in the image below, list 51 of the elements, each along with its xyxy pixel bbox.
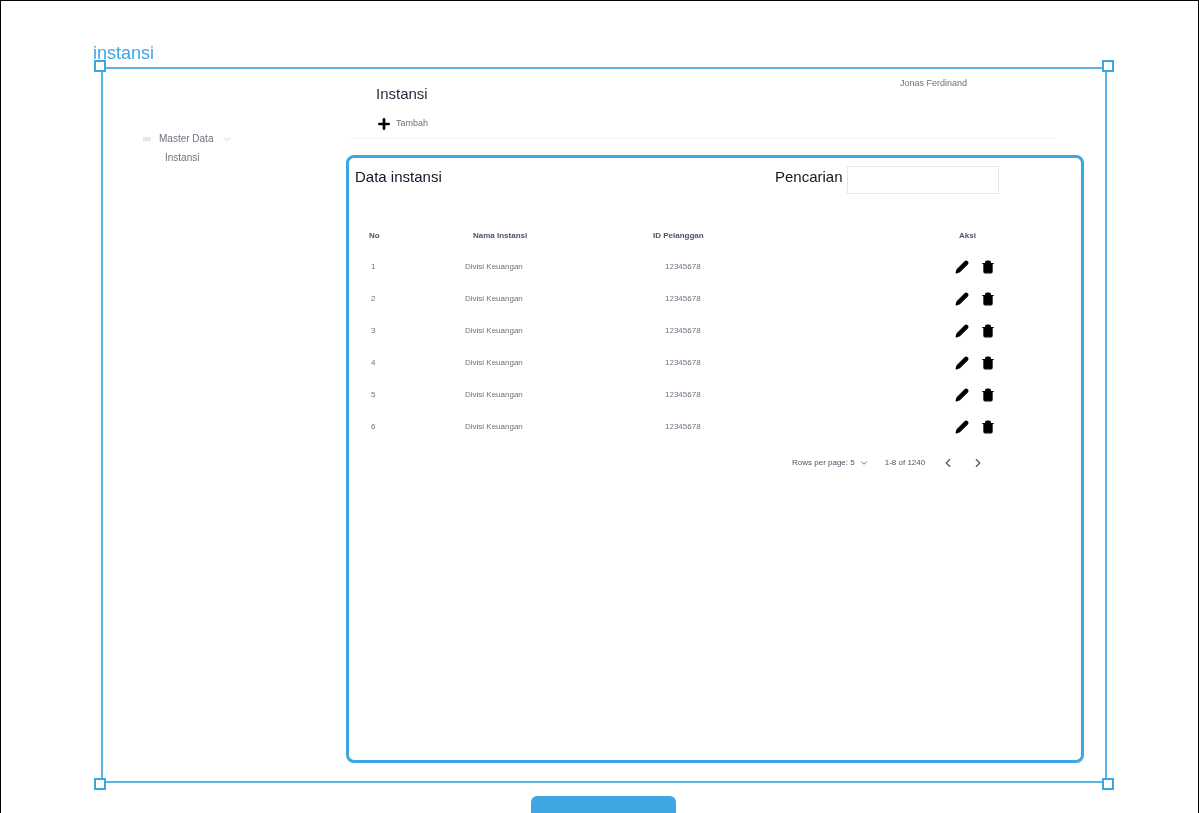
edit-icon[interactable] [955,387,969,402]
table-cell-text: Divisi Keuangan [465,420,524,433]
table-cell-text: 4 [371,356,377,369]
page-range: 1-8 of 1240 [884,456,926,469]
trash-icon[interactable] [981,355,995,370]
trash-icon[interactable] [981,419,995,434]
table-cell-text: Divisi Keuangan [465,260,524,273]
table-cell-text: Divisi Keuangan [465,356,524,369]
column-header: Nama Instansi [473,229,529,242]
table-cell-text: 2 [371,292,377,305]
table-cell-text: 12345678 [665,260,702,273]
page-title: Instansi [376,84,428,104]
table-cell-text: 12345678 [665,420,702,433]
trash-icon[interactable] [981,259,995,274]
trash-icon[interactable] [981,387,995,402]
table-cell-text: 1 [371,260,377,273]
table-cell-text: Divisi Keuangan [465,292,524,305]
resize-handle[interactable] [94,778,106,790]
menu-icon [143,136,151,141]
search-field[interactable] [846,165,999,194]
resize-handle[interactable] [1102,778,1114,790]
edit-icon[interactable] [955,259,969,274]
edit-icon[interactable] [955,355,969,370]
rows-per-page-select[interactable]: Rows per page: 5 [792,456,869,469]
table-cell-text: 12345678 [665,388,702,401]
trash-icon[interactable] [981,291,995,306]
plus-icon [376,115,392,132]
card-title: Data instansi [355,167,443,188]
search-label: Pencarian [775,167,843,188]
table-cell-text: 12345678 [665,292,702,305]
sidebar-item[interactable]: Instansi [165,150,346,165]
table-cell-text: 12345678 [665,324,702,337]
sidebar-group[interactable]: Master Data [159,131,214,146]
table-cell-text: 6 [371,420,377,433]
trash-icon[interactable] [981,323,995,338]
table-cell-text: 5 [371,388,377,401]
add-button[interactable]: Tambah [376,115,429,132]
table-cell-text: 12345678 [665,356,702,369]
table-cell-text: Divisi Keuangan [465,324,524,337]
resize-handle[interactable] [1102,60,1114,72]
edit-icon[interactable] [955,419,969,434]
column-header: No [369,229,381,242]
table-cell-text: 3 [371,324,377,337]
frame-label[interactable]: instansi [93,41,1198,67]
edit-icon[interactable] [955,323,969,338]
user-name[interactable]: Jonas Ferdinand [899,77,967,106]
column-header: Aksi [959,229,977,242]
resize-handle[interactable] [94,60,106,72]
table-cell-text: Divisi Keuangan [465,388,524,401]
edit-icon[interactable] [955,291,969,306]
column-header: ID Pelanggan [653,229,705,242]
